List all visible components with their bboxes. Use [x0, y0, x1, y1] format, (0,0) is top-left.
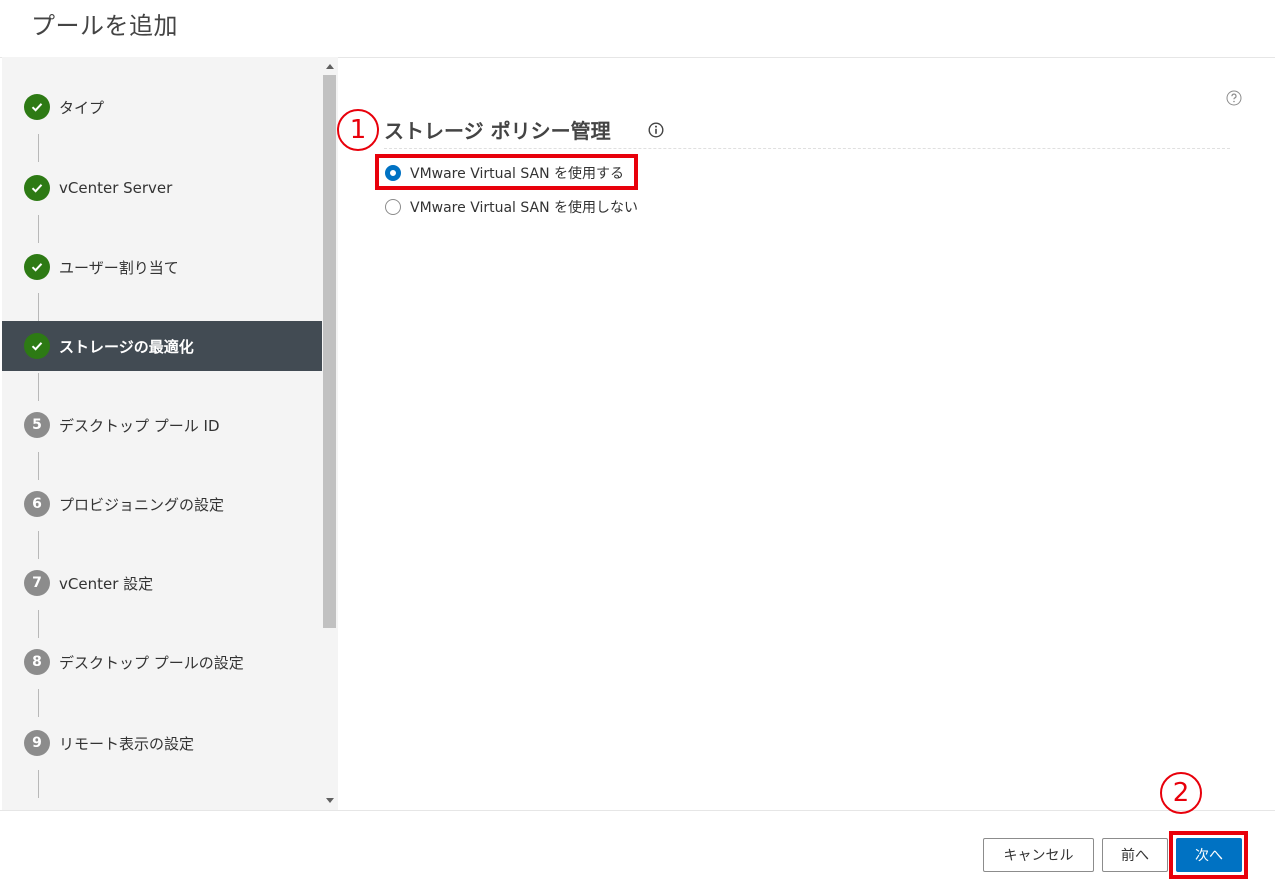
step-storage-optimization[interactable]: ストレージの最適化	[2, 321, 322, 371]
step-vcenter-settings[interactable]: 7 vCenter 設定	[2, 558, 322, 608]
back-button[interactable]: 前へ	[1102, 838, 1168, 872]
check-icon	[24, 94, 50, 120]
cancel-button[interactable]: キャンセル	[983, 838, 1094, 872]
step-desktop-pool-settings[interactable]: 8 デスクトップ プールの設定	[2, 637, 322, 687]
step-remote-display-settings[interactable]: 9 リモート表示の設定	[2, 718, 322, 768]
step-number-badge: 7	[24, 570, 50, 596]
section-title: ストレージ ポリシー管理	[384, 119, 611, 143]
step-label: リモート表示の設定	[59, 734, 195, 753]
page-title: プールを追加	[31, 12, 178, 40]
help-circle-icon[interactable]	[1226, 90, 1242, 106]
step-connector	[38, 770, 39, 798]
check-icon	[24, 175, 50, 201]
step-label: vCenter 設定	[59, 574, 154, 593]
footer-divider	[0, 810, 1275, 811]
step-number-badge: 5	[24, 412, 50, 438]
step-desktop-pool-id[interactable]: 5 デスクトップ プール ID	[2, 400, 322, 450]
step-provisioning-settings[interactable]: 6 プロビジョニングの設定	[2, 479, 322, 529]
step-connector	[38, 452, 39, 480]
step-number-badge: 6	[24, 491, 50, 517]
annotation-number-1: 1	[337, 109, 379, 151]
radio-label: VMware Virtual SAN を使用しない	[410, 200, 639, 216]
scroll-thumb[interactable]	[323, 75, 336, 628]
step-connector	[38, 373, 39, 401]
step-connector	[38, 689, 39, 717]
step-user-assignment[interactable]: ユーザー割り当て	[2, 242, 322, 292]
annotation-highlight-box	[375, 154, 638, 190]
scroll-up-arrow-icon[interactable]	[326, 64, 334, 69]
step-connector	[38, 531, 39, 559]
radio-button[interactable]	[385, 199, 401, 215]
step-label: タイプ	[59, 98, 105, 117]
section-divider	[384, 148, 1230, 149]
wizard-steps-sidebar: タイプ vCenter Server ユーザー割り当て ストレージの最適化 5 …	[2, 57, 322, 810]
radio-option-no-vsan[interactable]: VMware Virtual SAN を使用しない	[385, 197, 638, 217]
annotation-highlight-box	[1169, 831, 1248, 879]
info-circle-icon[interactable]	[648, 122, 664, 138]
step-connector	[38, 293, 39, 321]
step-label: デスクトップ プールの設定	[59, 653, 244, 672]
check-icon	[24, 254, 50, 280]
step-label: プロビジョニングの設定	[59, 495, 225, 514]
sidebar-scrollbar[interactable]	[322, 57, 338, 810]
step-connector	[38, 215, 39, 243]
step-label: ユーザー割り当て	[59, 258, 179, 277]
step-connector	[38, 134, 39, 162]
step-label: vCenter Server	[59, 179, 173, 197]
step-connector	[38, 610, 39, 638]
step-label: ストレージの最適化	[59, 337, 194, 356]
step-label: デスクトップ プール ID	[59, 416, 220, 435]
annotation-number-2: 2	[1160, 772, 1202, 814]
step-type[interactable]: タイプ	[2, 82, 322, 132]
step-number-badge: 8	[24, 649, 50, 675]
step-number-badge: 9	[24, 730, 50, 756]
check-icon	[24, 333, 50, 359]
step-vcenter-server[interactable]: vCenter Server	[2, 163, 322, 213]
scroll-down-arrow-icon[interactable]	[326, 798, 334, 803]
